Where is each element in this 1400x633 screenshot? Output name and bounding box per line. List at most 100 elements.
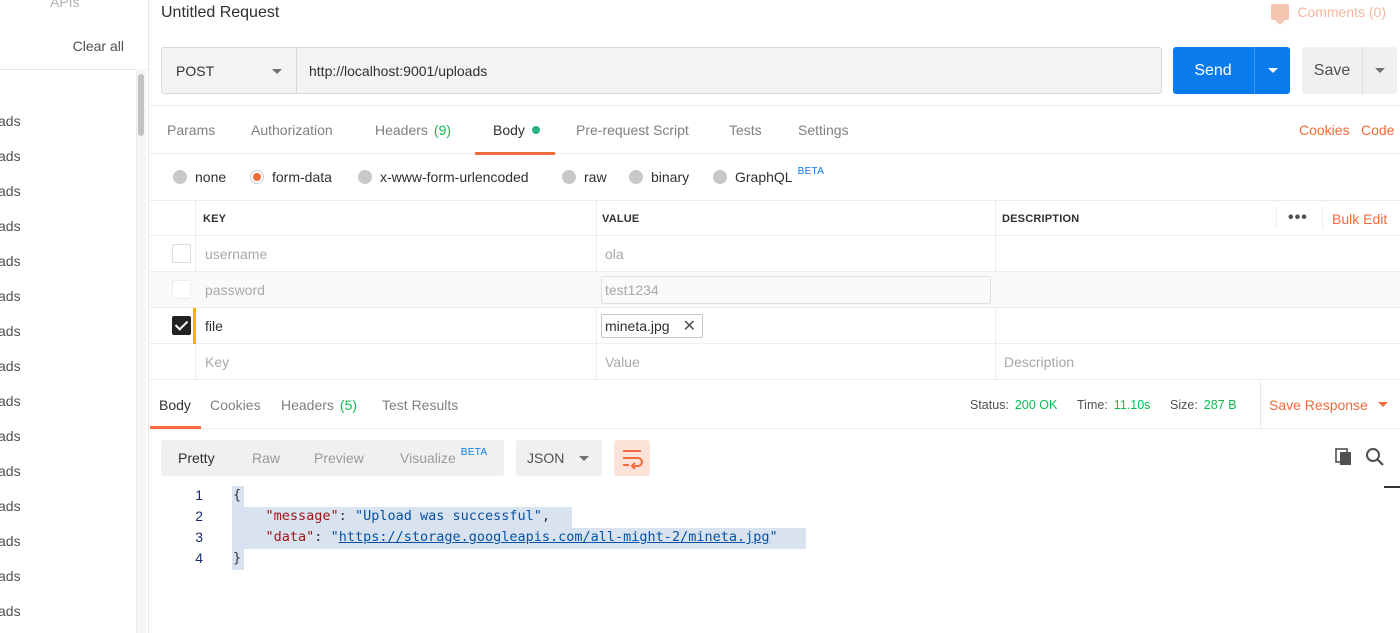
save-label: Save [1313,61,1351,79]
line-number: 2 [195,508,203,524]
json-key: "message" [265,508,339,524]
request-title[interactable]: Untitled Request [161,4,279,22]
send-options-button[interactable] [1254,47,1290,94]
request-header: Untitled Request Comments (0) [150,0,1400,36]
tab-settings[interactable]: Settings [798,106,849,154]
search-icon[interactable] [1364,446,1386,468]
code-link[interactable]: Code [1361,106,1394,154]
history-item[interactable]: ads [0,603,21,619]
checkbox-checked-icon[interactable] [172,316,191,335]
time-info[interactable]: Time: 11.10s [1077,381,1150,428]
sidebar-scrollbar-track[interactable] [136,69,146,633]
comments-button[interactable]: Comments (0) [1271,4,1386,25]
description-input-placeholder[interactable]: Description [1004,344,1074,380]
radio-form-data[interactable]: form-data [250,169,332,185]
code-line: 4 } [150,549,1400,570]
save-options-button[interactable] [1362,47,1397,94]
cookies-link[interactable]: Cookies [1299,106,1350,154]
history-item[interactable]: ads [0,533,21,549]
history-item[interactable]: ads [0,393,21,409]
key-input-placeholder[interactable]: Key [205,344,229,380]
history-item[interactable]: ads [0,428,21,444]
size-info[interactable]: Size: 287 B [1170,381,1236,428]
history-item[interactable]: ads [0,218,21,234]
view-tab-pretty[interactable]: Pretty [178,440,215,476]
response-tab-headers[interactable]: Headers (5) [281,381,357,428]
history-item[interactable]: ads [0,358,21,374]
radio-circle [173,170,187,184]
history-item[interactable]: ads [0,568,21,584]
sidebar-scrollbar-thumb[interactable] [138,74,144,136]
method-select[interactable]: POST [161,47,297,94]
tab-tests[interactable]: Tests [729,106,762,154]
code-line: 1 { [150,486,1400,507]
clear-all-button[interactable]: Clear all [73,38,124,54]
time-label: Time: [1077,397,1108,412]
radio-graphql[interactable]: GraphQL BETA [713,166,824,185]
history-item[interactable]: ads [0,148,21,164]
history-item[interactable]: ads [0,113,21,129]
view-mode-tabs: Pretty Raw Preview Visualize BETA [161,440,504,476]
row-value[interactable]: ola [605,236,624,272]
bulk-edit-link[interactable]: Bulk Edit [1332,201,1387,237]
response-body-code[interactable]: 1 { 2 "message": "Upload was successful"… [150,486,1400,570]
tab-prerequest-script[interactable]: Pre-request Script [576,106,689,154]
wrap-lines-button[interactable] [614,440,650,476]
language-select[interactable]: JSON [516,440,602,476]
response-tab-test-results[interactable]: Test Results [382,381,458,428]
row-checkbox[interactable] [172,280,191,299]
json-url-link[interactable]: https://storage.googleapis.com/all-might… [339,529,770,545]
radio-circle [358,170,372,184]
tab-params[interactable]: Params [167,106,215,154]
sidebar-apis-tab[interactable]: APIs [50,0,80,10]
radio-raw[interactable]: raw [562,169,607,185]
history-item[interactable]: ads [0,288,21,304]
line-number: 1 [195,487,203,503]
status-info[interactable]: Status: 200 OK [970,381,1057,428]
radio-none[interactable]: none [173,169,226,185]
url-value: http://localhost:9001/uploads [309,62,488,79]
view-tab-preview[interactable]: Preview [314,440,364,476]
url-input[interactable]: http://localhost:9001/uploads [297,47,1162,94]
json-end: , [541,508,551,524]
request-panel: Untitled Request Comments (0) POST http:… [150,0,1400,633]
file-chip[interactable]: mineta.jpg ✕ [601,314,703,338]
view-tab-raw[interactable]: Raw [252,440,280,476]
code-text: "data": "https://storage.googleapis.com/… [233,529,778,545]
row-value-input[interactable]: test1234 [601,276,991,304]
code-text: { [233,487,242,503]
tab-authorization[interactable]: Authorization [251,106,333,154]
key-column-header: KEY [203,213,227,225]
row-key[interactable]: file [205,308,223,344]
copy-icon[interactable] [1333,446,1355,468]
table-row-new: Key Value Description [150,344,1400,380]
save-button[interactable]: Save [1302,47,1397,94]
send-button[interactable]: Send [1173,47,1290,94]
row-key[interactable]: password [205,272,265,308]
editor-scroll-marker [1384,486,1400,488]
row-key[interactable]: username [205,236,267,272]
more-dots-icon[interactable]: ••• [1288,209,1308,227]
close-icon[interactable]: ✕ [683,316,696,336]
history-item[interactable]: ads [0,498,21,514]
row-focus-marker [193,308,196,344]
row-checkbox[interactable] [172,244,191,263]
radio-circle [629,170,643,184]
history-item[interactable]: ads [0,183,21,199]
view-tab-visualize[interactable]: Visualize BETA [400,440,487,476]
sidebar-divider [0,69,148,70]
tab-body[interactable]: Body [475,106,555,155]
tab-headers[interactable]: Headers (9) [375,106,451,154]
response-tab-body[interactable]: Body [150,381,201,429]
body-indicator-dot [531,126,540,134]
history-item[interactable]: ads [0,323,21,339]
tab-body-label: Body [493,122,525,138]
line-number: 3 [195,529,203,545]
save-response-button[interactable]: Save Response [1260,381,1388,428]
response-tab-cookies[interactable]: Cookies [210,381,261,428]
history-item[interactable]: ads [0,463,21,479]
radio-binary[interactable]: binary [629,169,689,185]
history-item[interactable]: ads [0,253,21,269]
radio-urlencoded[interactable]: x-www-form-urlencoded [358,169,529,185]
value-input-placeholder[interactable]: Value [605,344,640,380]
